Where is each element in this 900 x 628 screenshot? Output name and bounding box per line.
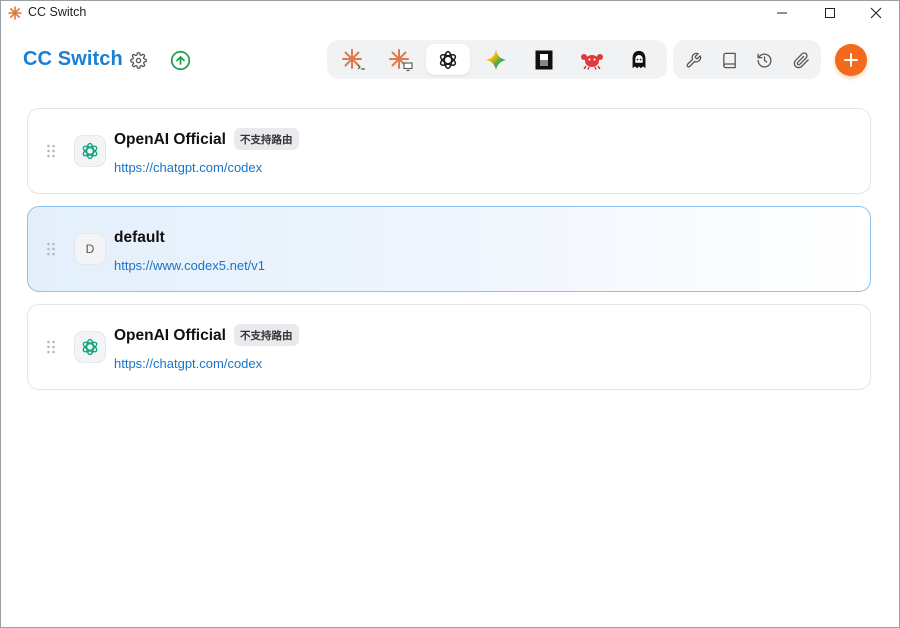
tools-button[interactable] (681, 48, 705, 72)
app-window: CC Switch CC Switch OpenAI Official 不支持路… (0, 0, 900, 628)
provider-name: OpenAI Official (114, 327, 226, 344)
provider-url-link[interactable]: https://chatgpt.com/codex (114, 160, 262, 175)
red-crab-icon (581, 53, 603, 70)
opencode-square-icon (535, 50, 553, 69)
provider-avatar (74, 135, 106, 167)
brand-title: CC Switch (23, 48, 123, 70)
tab-codex[interactable] (426, 44, 470, 75)
tab-claude-desktop[interactable] (379, 44, 423, 75)
drag-handle-icon[interactable] (46, 340, 56, 354)
provider-url-link[interactable]: https://chatgpt.com/codex (114, 356, 262, 371)
maximize-button[interactable] (807, 1, 853, 25)
provider-url-link[interactable]: https://www.codex5.net/v1 (114, 258, 265, 273)
book-icon (722, 52, 736, 68)
tab-rust-crab[interactable] (570, 44, 614, 75)
wrench-icon (686, 52, 701, 67)
provider-card[interactable]: OpenAI Official 不支持路由 https://chatgpt.co… (27, 304, 871, 390)
window-title: CC Switch (28, 5, 87, 19)
tools-group (673, 40, 821, 79)
settings-button[interactable] (127, 49, 149, 71)
tab-opencode[interactable] (522, 44, 566, 75)
openai-logo-icon (82, 338, 98, 356)
gear-icon (129, 51, 147, 69)
provider-card[interactable]: OpenAI Official 不支持路由 https://chatgpt.co… (27, 108, 871, 194)
title-bar: CC Switch (1, 1, 899, 25)
claude-spark-terminal-icon (342, 48, 365, 70)
routing-badge: 不支持路由 (234, 128, 299, 150)
openai-logo-icon (439, 50, 457, 69)
drag-handle-icon[interactable] (46, 242, 56, 256)
app-switcher (327, 40, 667, 79)
provider-avatar: D (74, 233, 106, 265)
claude-spark-monitor-icon (389, 48, 413, 71)
provider-letter: D (85, 242, 95, 256)
provider-name: default (114, 229, 165, 246)
provider-card-active[interactable]: D default https://www.codex5.net/v1 (27, 206, 871, 292)
tab-claude-code[interactable] (332, 44, 376, 75)
tab-gemini[interactable] (474, 44, 518, 75)
provider-name: OpenAI Official (114, 131, 226, 148)
history-icon (756, 52, 771, 68)
add-provider-button[interactable] (835, 44, 867, 76)
tab-avatar-agent[interactable] (617, 44, 661, 75)
routing-badge: 不支持路由 (234, 324, 299, 346)
paperclip-icon (793, 51, 809, 68)
app-logo-icon (8, 6, 22, 20)
close-button[interactable] (853, 1, 899, 25)
history-button[interactable] (752, 48, 776, 72)
provider-avatar (74, 331, 106, 363)
attachments-button[interactable] (789, 48, 813, 72)
arrow-up-circle-icon (170, 50, 190, 70)
gemini-star-icon (485, 49, 507, 70)
openai-logo-icon (82, 142, 98, 160)
plus-icon (844, 53, 858, 67)
ghost-avatar-icon (632, 50, 646, 68)
maximize-icon (825, 8, 835, 18)
update-button[interactable] (168, 48, 192, 72)
minimize-button[interactable] (759, 1, 805, 25)
docs-button[interactable] (717, 48, 741, 72)
minimize-icon (777, 12, 787, 14)
close-icon (870, 7, 882, 19)
drag-handle-icon[interactable] (46, 144, 56, 158)
